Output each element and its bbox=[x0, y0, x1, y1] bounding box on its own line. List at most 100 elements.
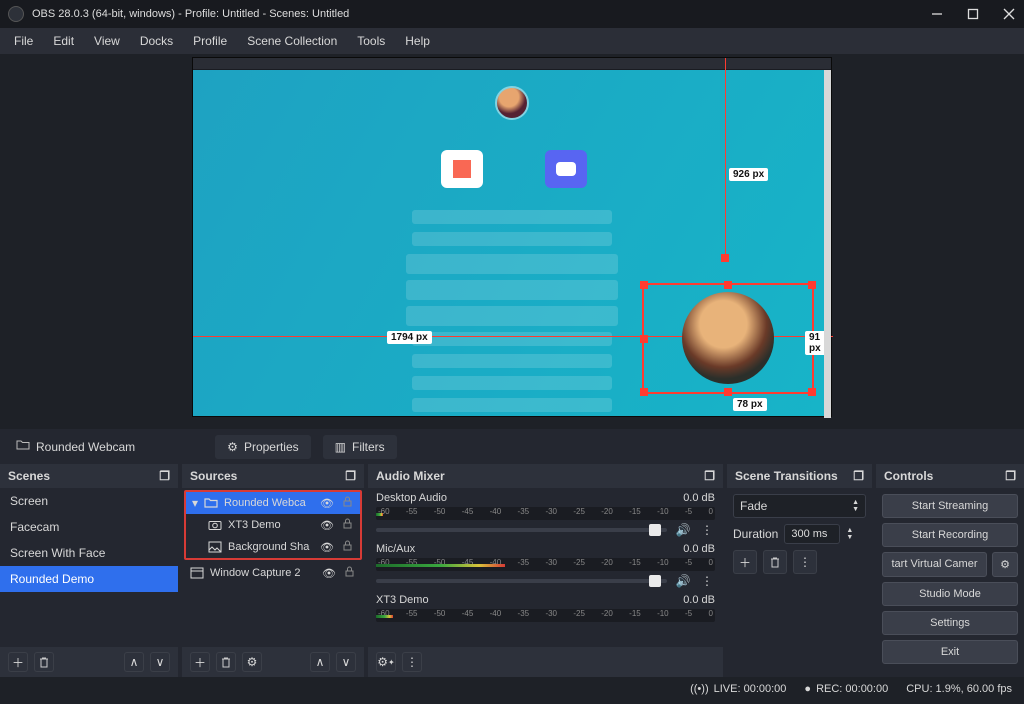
menu-file[interactable]: File bbox=[6, 31, 41, 51]
duration-input[interactable] bbox=[784, 524, 840, 544]
control-button-start-streaming[interactable]: Start Streaming bbox=[882, 494, 1018, 518]
lock-toggle[interactable] bbox=[340, 540, 354, 554]
chevron-down-icon[interactable]: ▾ bbox=[192, 496, 198, 510]
popout-icon[interactable]: ❐ bbox=[345, 469, 356, 483]
add-transition-button[interactable]: ＋ bbox=[733, 550, 757, 574]
source-row[interactable]: Background Sha👁 bbox=[186, 536, 360, 558]
channel-menu-button[interactable]: ⋮ bbox=[699, 523, 715, 537]
preview-area[interactable]: 926 px 1794 px 91 px 78 px bbox=[0, 54, 1024, 429]
spin-icon[interactable]: ▲▼ bbox=[852, 499, 859, 513]
source-row[interactable]: XT3 Demo 👁 bbox=[186, 514, 360, 536]
mixer-title: Audio Mixer bbox=[376, 469, 445, 483]
source-row[interactable]: Window Capture 2👁 bbox=[184, 562, 362, 584]
volume-slider[interactable] bbox=[376, 579, 667, 583]
visibility-toggle[interactable]: 👁 bbox=[322, 567, 336, 580]
popout-icon[interactable]: ❐ bbox=[159, 469, 170, 483]
gear-icon: ⚙ bbox=[227, 440, 238, 454]
menu-view[interactable]: View bbox=[86, 31, 128, 51]
source-name: XT3 Demo bbox=[228, 519, 314, 531]
menu-help[interactable]: Help bbox=[397, 31, 438, 51]
popout-icon[interactable]: ❐ bbox=[704, 469, 715, 483]
control-button-settings[interactable]: Settings bbox=[882, 611, 1018, 635]
remove-transition-button[interactable] bbox=[763, 550, 787, 574]
popout-icon[interactable]: ❐ bbox=[853, 469, 864, 483]
mixer-menu-button[interactable]: ⋮ bbox=[402, 652, 422, 672]
mixer-channel: Mic/Aux 0.0 dB -60-55-50-45-40-35-30-25-20… bbox=[376, 543, 715, 588]
channel-db: 0.0 dB bbox=[683, 492, 715, 504]
volume-slider[interactable] bbox=[376, 528, 667, 532]
selected-source-label: Rounded Webcam bbox=[10, 433, 141, 460]
mixer-advanced-button[interactable]: ⚙✦ bbox=[376, 652, 396, 672]
popout-icon[interactable]: ❐ bbox=[1005, 469, 1016, 483]
control-button-exit[interactable]: Exit bbox=[882, 640, 1018, 664]
maximize-button[interactable] bbox=[966, 7, 980, 21]
transition-menu-button[interactable]: ⋮ bbox=[793, 550, 817, 574]
control-button-studio-mode[interactable]: Studio Mode bbox=[882, 582, 1018, 606]
audio-meter: -60-55-50-45-40-35-30-25-20-15-10-50 bbox=[376, 507, 715, 520]
cpu-status: CPU: 1.9%, 60.00 fps bbox=[906, 683, 1012, 695]
sources-list[interactable]: ▾Rounded Webca👁XT3 Demo👁Background Sha👁W… bbox=[182, 488, 364, 647]
source-row[interactable]: ▾Rounded Webca👁 bbox=[186, 492, 360, 514]
scene-item[interactable]: Facecam bbox=[0, 514, 178, 540]
visibility-toggle[interactable]: 👁 bbox=[320, 519, 334, 532]
audio-meter: -60-55-50-45-40-35-30-25-20-15-10-50 bbox=[376, 609, 715, 622]
scene-down-button[interactable]: ∨ bbox=[150, 652, 170, 672]
channel-db: 0.0 dB bbox=[683, 543, 715, 555]
scene-item[interactable]: Screen bbox=[0, 488, 178, 514]
visibility-toggle[interactable]: 👁 bbox=[320, 541, 334, 554]
channel-name: Mic/Aux bbox=[376, 543, 415, 555]
folder-icon bbox=[16, 438, 30, 455]
filters-button[interactable]: ▥ Filters bbox=[323, 435, 397, 459]
channel-menu-button[interactable]: ⋮ bbox=[699, 574, 715, 588]
menu-docks[interactable]: Docks bbox=[132, 31, 181, 51]
scenes-list[interactable]: ScreenFacecamScreen With FaceRounded Dem… bbox=[0, 488, 178, 647]
controls-title: Controls bbox=[884, 469, 933, 483]
preview-canvas[interactable]: 926 px 1794 px 91 px 78 px bbox=[192, 57, 832, 417]
window-title: OBS 28.0.3 (64-bit, windows) - Profile: … bbox=[32, 8, 930, 20]
window-icon bbox=[190, 566, 204, 580]
transition-select[interactable]: Fade ▲▼ bbox=[733, 494, 866, 518]
scenes-panel: Scenes❐ ScreenFacecamScreen With FaceRou… bbox=[0, 464, 178, 677]
lock-toggle[interactable] bbox=[340, 496, 354, 510]
mixer-channel: XT3 Demo0.0 dB-60-55-50-45-40-35-30-25-2… bbox=[376, 594, 715, 622]
source-up-button[interactable]: ∧ bbox=[310, 652, 330, 672]
properties-button[interactable]: ⚙ Properties bbox=[215, 435, 310, 459]
duration-label: Duration bbox=[733, 527, 778, 541]
control-button-start-recording[interactable]: Start Recording bbox=[882, 523, 1018, 547]
virtual-camera-button[interactable]: tart Virtual Camer bbox=[882, 552, 987, 577]
dim-left: 1794 px bbox=[387, 331, 432, 344]
menubar: FileEditViewDocksProfileScene Collection… bbox=[0, 28, 1024, 54]
speaker-icon[interactable]: 🔊 bbox=[675, 574, 691, 588]
source-down-button[interactable]: ∨ bbox=[336, 652, 356, 672]
add-source-button[interactable]: ＋ bbox=[190, 652, 210, 672]
menu-scene-collection[interactable]: Scene Collection bbox=[239, 31, 345, 51]
close-button[interactable] bbox=[1002, 7, 1016, 21]
lock-toggle[interactable] bbox=[342, 566, 356, 580]
live-status: ((•))LIVE: 00:00:00 bbox=[690, 683, 786, 695]
dim-top: 926 px bbox=[729, 168, 768, 181]
virtual-camera-settings-button[interactable]: ⚙ bbox=[992, 552, 1018, 577]
scene-up-button[interactable]: ∧ bbox=[124, 652, 144, 672]
transitions-title: Scene Transitions bbox=[735, 469, 838, 483]
menu-tools[interactable]: Tools bbox=[349, 31, 393, 51]
rec-status: ●REC: 00:00:00 bbox=[804, 683, 888, 695]
menu-profile[interactable]: Profile bbox=[185, 31, 235, 51]
app-logo bbox=[8, 6, 24, 22]
scene-item[interactable]: Rounded Demo bbox=[0, 566, 178, 592]
audio-meter: -60-55-50-45-40-35-30-25-20-15-10-50 bbox=[376, 558, 715, 571]
lock-toggle[interactable] bbox=[340, 518, 354, 532]
scene-item[interactable]: Screen With Face bbox=[0, 540, 178, 566]
menu-edit[interactable]: Edit bbox=[45, 31, 82, 51]
visibility-toggle[interactable]: 👁 bbox=[320, 497, 334, 510]
source-props-button[interactable]: ⚙ bbox=[242, 652, 262, 672]
page-avatar bbox=[495, 86, 529, 120]
discord-card bbox=[545, 150, 587, 188]
spin-icon[interactable]: ▲▼ bbox=[846, 527, 853, 541]
minimize-button[interactable] bbox=[930, 7, 944, 21]
patreon-card bbox=[441, 150, 483, 188]
transitions-panel: Scene Transitions ❐ Fade ▲▼ Duration ▲▼ ＋… bbox=[727, 464, 872, 677]
speaker-icon[interactable]: 🔊 bbox=[675, 523, 691, 537]
remove-source-button[interactable] bbox=[216, 652, 236, 672]
add-scene-button[interactable]: ＋ bbox=[8, 652, 28, 672]
remove-scene-button[interactable] bbox=[34, 652, 54, 672]
